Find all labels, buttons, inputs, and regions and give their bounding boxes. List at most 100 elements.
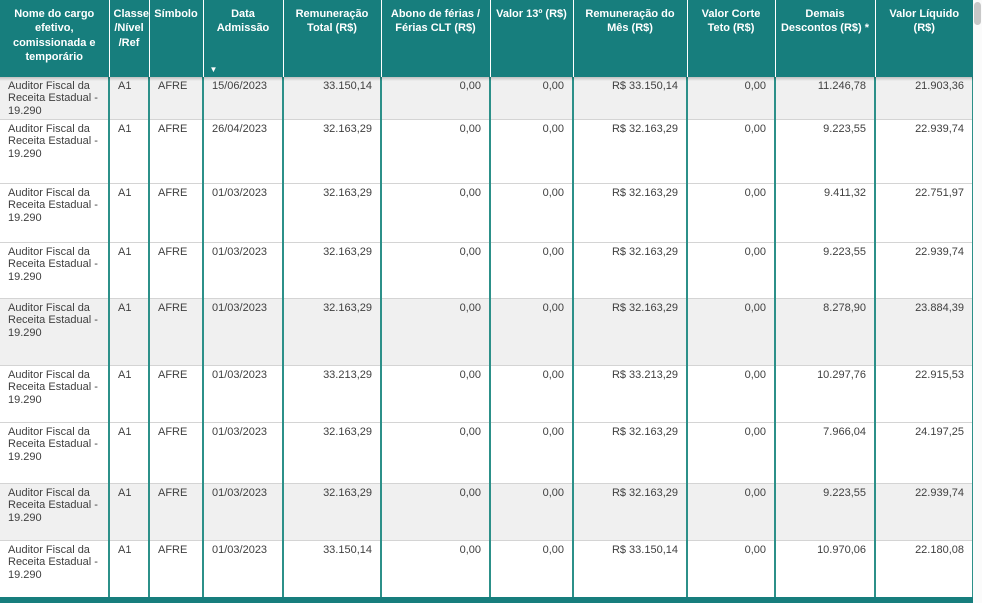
table-body: Auditor Fiscal da Receita Estadual - 19.…	[0, 77, 974, 598]
column-header-abono-ferias[interactable]: Abono de férias / Férias CLT (R$)	[380, 0, 490, 77]
cell-remuneracao-total: 32.163,29	[282, 297, 381, 366]
cell-classe: A1	[108, 482, 149, 541]
cell-valor-13: 0,00	[489, 364, 573, 423]
column-header-cargo[interactable]: Nome do cargo efetivo, comissionada e te…	[0, 0, 109, 77]
cell-abono-ferias: 0,00	[380, 364, 490, 423]
cell-valor-liquido: 23.884,39	[874, 297, 974, 366]
cell-valor-liquido: 24.197,25	[874, 421, 974, 484]
cell-remuneracao-mes: R$ 33.150,14	[572, 77, 687, 120]
cell-cargo: Auditor Fiscal da Receita Estadual - 19.…	[0, 77, 109, 120]
column-header-data-admissao[interactable]: Data Admissão ▼	[202, 0, 283, 77]
cell-demais-descontos: 9.223,55	[774, 482, 875, 541]
cell-remuneracao-mes: R$ 33.150,14	[572, 539, 687, 598]
cell-valor-corte-teto: 0,00	[686, 482, 775, 541]
cell-valor-corte-teto: 0,00	[686, 182, 775, 243]
cell-simbolo: AFRE	[148, 421, 203, 484]
table-row: Auditor Fiscal da Receita Estadual - 19.…	[0, 539, 974, 598]
cell-valor-13: 0,00	[489, 482, 573, 541]
cell-data-admissao: 01/03/2023	[202, 297, 283, 366]
cell-valor-liquido: 22.180,08	[874, 539, 974, 598]
cell-remuneracao-total: 33.213,29	[282, 364, 381, 423]
cell-abono-ferias: 0,00	[380, 77, 490, 120]
cell-valor-corte-teto: 0,00	[686, 241, 775, 299]
cell-data-admissao: 01/03/2023	[202, 182, 283, 243]
column-header-valor-liquido[interactable]: Valor Líquido (R$)	[874, 0, 973, 77]
cell-simbolo: AFRE	[148, 539, 203, 598]
cell-remuneracao-total: 32.163,29	[282, 118, 381, 184]
column-header-demais-descontos[interactable]: Demais Descontos (R$) *	[774, 0, 875, 77]
cell-data-admissao: 01/03/2023	[202, 241, 283, 299]
cell-valor-13: 0,00	[489, 241, 573, 299]
cell-abono-ferias: 0,00	[380, 539, 490, 598]
cell-cargo: Auditor Fiscal da Receita Estadual - 19.…	[0, 297, 109, 366]
cell-remuneracao-mes: R$ 32.163,29	[572, 297, 687, 366]
cell-abono-ferias: 0,00	[380, 182, 490, 243]
column-header-simbolo[interactable]: Símbolo	[148, 0, 203, 77]
cell-cargo: Auditor Fiscal da Receita Estadual - 19.…	[0, 539, 109, 598]
cell-remuneracao-mes: R$ 32.163,29	[572, 482, 687, 541]
cell-valor-corte-teto: 0,00	[686, 118, 775, 184]
cell-valor-corte-teto: 0,00	[686, 421, 775, 484]
cell-valor-13: 0,00	[489, 539, 573, 598]
cell-remuneracao-total: 33.150,14	[282, 77, 381, 120]
cell-classe: A1	[108, 364, 149, 423]
cell-valor-liquido: 22.915,53	[874, 364, 974, 423]
cell-data-admissao: 26/04/2023	[202, 118, 283, 184]
cell-remuneracao-total: 33.150,14	[282, 539, 381, 598]
cell-abono-ferias: 0,00	[380, 241, 490, 299]
cell-demais-descontos: 11.246,78	[774, 77, 875, 120]
cell-remuneracao-total: 32.163,29	[282, 182, 381, 243]
table-row: Auditor Fiscal da Receita Estadual - 19.…	[0, 364, 974, 423]
table-row: Auditor Fiscal da Receita Estadual - 19.…	[0, 182, 974, 243]
column-header-remuneracao-mes[interactable]: Remuneração do Mês (R$)	[572, 0, 687, 77]
cell-remuneracao-mes: R$ 33.213,29	[572, 364, 687, 423]
cell-valor-13: 0,00	[489, 182, 573, 243]
cell-cargo: Auditor Fiscal da Receita Estadual - 19.…	[0, 118, 109, 184]
cell-remuneracao-mes: R$ 32.163,29	[572, 241, 687, 299]
cell-abono-ferias: 0,00	[380, 482, 490, 541]
cell-simbolo: AFRE	[148, 364, 203, 423]
table-row: Auditor Fiscal da Receita Estadual - 19.…	[0, 77, 974, 120]
cell-classe: A1	[108, 77, 149, 120]
bottom-edge-bar	[0, 597, 973, 603]
cell-remuneracao-total: 32.163,29	[282, 241, 381, 299]
cell-valor-13: 0,00	[489, 421, 573, 484]
table-row: Auditor Fiscal da Receita Estadual - 19.…	[0, 241, 974, 299]
cell-cargo: Auditor Fiscal da Receita Estadual - 19.…	[0, 182, 109, 243]
cell-simbolo: AFRE	[148, 118, 203, 184]
cell-classe: A1	[108, 182, 149, 243]
column-header-valor-corte-teto[interactable]: Valor Corte Teto (R$)	[686, 0, 775, 77]
cell-demais-descontos: 7.966,04	[774, 421, 875, 484]
cell-remuneracao-mes: R$ 32.163,29	[572, 182, 687, 243]
cell-data-admissao: 01/03/2023	[202, 482, 283, 541]
column-header-valor-13[interactable]: Valor 13º (R$)	[489, 0, 573, 77]
cell-valor-liquido: 22.751,97	[874, 182, 974, 243]
cell-valor-13: 0,00	[489, 297, 573, 366]
cell-classe: A1	[108, 241, 149, 299]
cell-simbolo: AFRE	[148, 297, 203, 366]
cell-cargo: Auditor Fiscal da Receita Estadual - 19.…	[0, 482, 109, 541]
scrollbar-thumb[interactable]	[974, 2, 981, 25]
cell-valor-corte-teto: 0,00	[686, 539, 775, 598]
column-header-classe-nivel-ref[interactable]: Classe /Nível /Ref	[108, 0, 149, 77]
cell-abono-ferias: 0,00	[380, 421, 490, 484]
cell-classe: A1	[108, 539, 149, 598]
cell-data-admissao: 01/03/2023	[202, 364, 283, 423]
table-row: Auditor Fiscal da Receita Estadual - 19.…	[0, 297, 974, 366]
table-row: Auditor Fiscal da Receita Estadual - 19.…	[0, 118, 974, 184]
cell-valor-13: 0,00	[489, 118, 573, 184]
column-header-remuneracao-total[interactable]: Remuneração Total (R$)	[282, 0, 381, 77]
sort-descending-icon[interactable]: ▼	[210, 66, 218, 74]
table-header: Nome do cargo efetivo, comissionada e te…	[0, 0, 973, 77]
vertical-scrollbar[interactable]	[973, 0, 982, 603]
column-header-data-admissao-label: Data Admissão	[216, 8, 270, 35]
cell-classe: A1	[108, 421, 149, 484]
cell-simbolo: AFRE	[148, 77, 203, 120]
cell-abono-ferias: 0,00	[380, 297, 490, 366]
cell-demais-descontos: 9.223,55	[774, 118, 875, 184]
cell-demais-descontos: 9.411,32	[774, 182, 875, 243]
cell-valor-liquido: 22.939,74	[874, 241, 974, 299]
cell-classe: A1	[108, 118, 149, 184]
cell-demais-descontos: 8.278,90	[774, 297, 875, 366]
cell-simbolo: AFRE	[148, 241, 203, 299]
